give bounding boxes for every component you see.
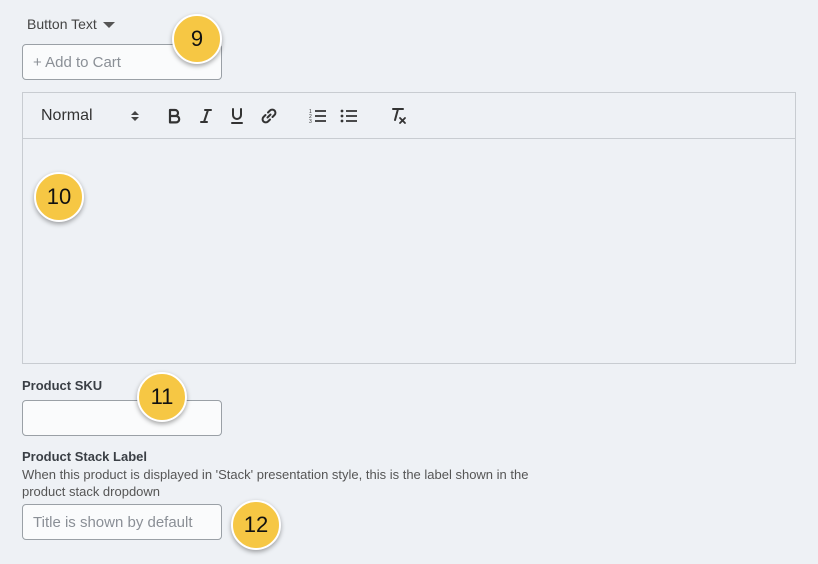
bold-icon xyxy=(168,108,181,124)
format-select[interactable]: Normal xyxy=(41,105,141,127)
link-icon xyxy=(261,108,277,124)
updown-arrows-icon xyxy=(131,111,139,121)
product-sku-input[interactable] xyxy=(22,400,222,436)
underline-icon xyxy=(231,107,243,124)
product-stack-label-heading: Product Stack Label xyxy=(22,449,147,464)
editor-toolbar: Normal 1 2 3 xyxy=(23,93,795,139)
callout-badge-12: 12 xyxy=(231,500,281,550)
clear-format-icon xyxy=(392,108,406,124)
bullet-list-button[interactable] xyxy=(337,105,361,127)
underline-button[interactable] xyxy=(225,105,249,127)
caret-down-icon xyxy=(102,21,115,28)
editor-content-area[interactable] xyxy=(23,139,795,363)
product-stack-help-text: When this product is displayed in 'Stack… xyxy=(22,467,529,499)
button-text-dropdown[interactable]: Button Text xyxy=(27,16,115,32)
italic-button[interactable] xyxy=(194,105,218,127)
rich-text-editor: Normal 1 2 3 xyxy=(22,92,796,364)
link-button[interactable] xyxy=(257,105,281,127)
italic-icon xyxy=(200,109,212,123)
callout-badge-9: 9 xyxy=(172,14,222,64)
product-stack-label-input[interactable] xyxy=(22,504,222,540)
callout-badge-11: 11 xyxy=(137,372,187,422)
ordered-list-icon: 1 2 3 xyxy=(309,109,326,124)
format-select-value: Normal xyxy=(41,107,93,124)
ordered-list-button[interactable]: 1 2 3 xyxy=(306,105,330,127)
bold-button[interactable] xyxy=(162,105,186,127)
clear-format-button[interactable] xyxy=(387,105,411,127)
callout-badge-10: 10 xyxy=(34,172,84,222)
bullet-list-icon xyxy=(340,109,357,123)
svg-text:3: 3 xyxy=(309,119,312,124)
product-sku-label: Product SKU xyxy=(22,378,103,393)
button-text-label: Button Text xyxy=(27,16,97,32)
